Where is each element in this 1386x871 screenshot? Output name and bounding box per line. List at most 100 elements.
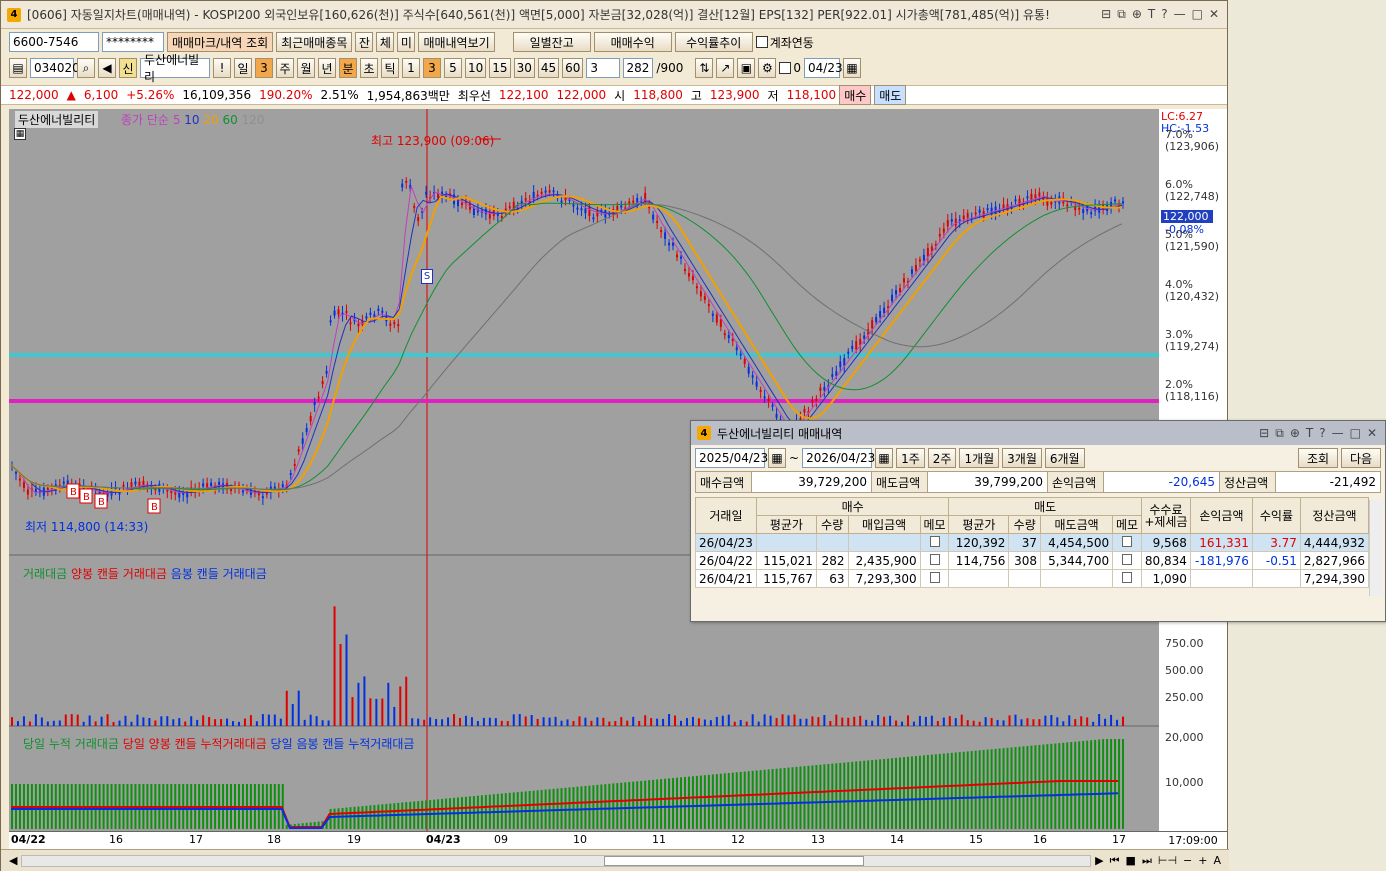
table-row[interactable]: 26/04/23 120,392 37 4,454,500 9,568 161,… xyxy=(695,533,1370,552)
window-icon-1[interactable]: ⊟ xyxy=(1101,7,1111,22)
layout-icon[interactable]: ▤ xyxy=(9,58,27,78)
date-from-input[interactable]: 2025/04/23 xyxy=(695,448,768,468)
popup-maximize-icon[interactable]: □ xyxy=(1350,426,1361,441)
calendar-to-icon[interactable]: ▦ xyxy=(875,448,894,468)
interval-45[interactable]: 45 xyxy=(537,58,560,78)
popup-font-icon[interactable]: T xyxy=(1306,426,1313,441)
period-day[interactable]: 일 xyxy=(234,58,252,78)
buy-button[interactable]: 매수 xyxy=(839,85,872,105)
interval-input[interactable]: 3 xyxy=(586,58,621,78)
calendar-icon[interactable]: ▦ xyxy=(843,58,861,78)
mark-query-button[interactable]: 매매마크/내역 조회 xyxy=(167,32,274,52)
candle-body xyxy=(377,308,380,311)
period-month[interactable]: 월 xyxy=(297,58,315,78)
memo-icon[interactable] xyxy=(1112,533,1142,552)
stock-name[interactable]: 두산에너빌리 xyxy=(140,53,210,84)
rewind-icon[interactable]: ⏮ xyxy=(1110,854,1120,868)
history-view-button[interactable]: 매매내역보기 xyxy=(418,32,495,52)
range-1m[interactable]: 1개월 xyxy=(959,448,1000,468)
password-field[interactable]: ******** xyxy=(102,32,164,52)
interval-15[interactable]: 15 xyxy=(489,58,511,78)
help-icon[interactable]: ? xyxy=(1161,7,1167,22)
date-to-input[interactable]: 2026/04/23 xyxy=(802,448,875,468)
indicator-icon[interactable]: ⇅ xyxy=(695,58,714,78)
interval-60[interactable]: 60 xyxy=(562,58,584,78)
recent-trades-button[interactable]: 최근매매종목 xyxy=(276,32,353,52)
period-year[interactable]: 년 xyxy=(318,58,336,78)
unfilled-button[interactable]: 미 xyxy=(397,32,416,52)
query-button[interactable]: 조회 xyxy=(1298,448,1338,468)
profit-trend-button[interactable]: 수익률추이 xyxy=(674,32,753,52)
horizontal-scrollbar[interactable] xyxy=(21,854,1092,867)
close-icon[interactable]: ✕ xyxy=(1209,7,1219,22)
period-day-value[interactable]: 3 xyxy=(255,58,273,78)
window-icon-2[interactable]: ⧉ xyxy=(1117,7,1126,22)
range-3m[interactable]: 3개월 xyxy=(1002,448,1042,468)
font-icon[interactable]: T xyxy=(1148,7,1155,22)
trade-profit-button[interactable]: 매매수익 xyxy=(593,32,672,52)
next-button[interactable]: 다음 xyxy=(1341,448,1381,468)
current-pct: -0.08% xyxy=(1165,223,1204,236)
interval-3[interactable]: 3 xyxy=(423,58,441,78)
stock-code-input[interactable]: 034020 xyxy=(30,58,80,78)
popup-icon-1[interactable]: ⊟ xyxy=(1259,426,1269,441)
scroll-thumb[interactable] xyxy=(604,855,865,866)
account-select[interactable]: 6600-7546 xyxy=(9,32,99,52)
range-icon[interactable]: ⊢⊣ xyxy=(1158,854,1177,868)
zoom-out-icon[interactable]: − xyxy=(1183,854,1192,868)
table-row[interactable]: 26/04/21 115,767 63 7,293,300 1,090 7,29… xyxy=(695,569,1370,588)
grid-icon[interactable]: ▦ xyxy=(14,128,26,140)
draw-icon[interactable]: ↗ xyxy=(716,58,735,78)
play-icon[interactable]: ⏭ xyxy=(1142,854,1152,868)
range-6m[interactable]: 6개월 xyxy=(1044,448,1085,468)
range-1w[interactable]: 1주 xyxy=(896,448,925,468)
interval-10[interactable]: 10 xyxy=(465,58,487,78)
sell-marker-s[interactable]: S xyxy=(421,269,433,284)
range-2w[interactable]: 2주 xyxy=(927,448,957,468)
title-bar[interactable]: 4 [0606] 자동일지차트(매매내역) - KOSPI200 외국인보유[1… xyxy=(1,1,1227,29)
zero-checkbox[interactable]: 0 xyxy=(779,61,801,75)
sell-button[interactable]: 매도 xyxy=(874,85,907,105)
save-icon[interactable]: ▣ xyxy=(737,58,756,78)
interval-5[interactable]: 5 xyxy=(444,58,462,78)
executed-button[interactable]: 체 xyxy=(376,32,395,52)
scroll-left-icon[interactable]: ◀ xyxy=(9,854,17,867)
popup-pin-icon[interactable]: ⊕ xyxy=(1290,426,1300,441)
maximize-icon[interactable]: □ xyxy=(1192,7,1203,22)
period-week[interactable]: 주 xyxy=(276,58,294,78)
auto-icon[interactable]: A xyxy=(1213,854,1221,868)
popup-minimize-icon[interactable]: — xyxy=(1332,426,1344,441)
popup-icon-2[interactable]: ⧉ xyxy=(1275,426,1284,441)
period-tick[interactable]: 틱 xyxy=(381,58,399,78)
interval-30[interactable]: 30 xyxy=(513,58,535,78)
memo-icon[interactable] xyxy=(1112,551,1142,570)
count-input[interactable]: 282 xyxy=(623,58,654,78)
stop-icon[interactable]: ■ xyxy=(1126,854,1136,868)
date-input[interactable]: 04/23 xyxy=(804,58,843,78)
interval-1[interactable]: 1 xyxy=(402,58,420,78)
memo-icon[interactable] xyxy=(919,551,950,570)
popup-close-icon[interactable]: ✕ xyxy=(1367,426,1377,441)
daily-balance-button[interactable]: 일별잔고 xyxy=(512,32,591,52)
vertical-scrollbar[interactable] xyxy=(1369,500,1383,596)
balance-button[interactable]: 잔 xyxy=(355,32,374,52)
table-row[interactable]: 26/04/22 115,021 282 2,435,900 114,756 3… xyxy=(695,551,1370,570)
gear-icon[interactable]: ⚙ xyxy=(758,58,777,78)
memo-icon[interactable] xyxy=(919,533,950,552)
account-link-checkbox[interactable]: 계좌연동 xyxy=(755,34,814,51)
calendar-from-icon[interactable]: ▦ xyxy=(768,448,786,468)
zoom-in-icon[interactable]: + xyxy=(1198,854,1207,868)
period-second[interactable]: 초 xyxy=(360,58,378,78)
memo-icon[interactable] xyxy=(919,569,950,588)
popup-help-icon[interactable]: ? xyxy=(1319,426,1325,441)
sound-icon[interactable]: ◀ xyxy=(98,58,116,78)
pin-icon[interactable]: ⊕ xyxy=(1132,7,1142,22)
alert-icon[interactable]: ! xyxy=(213,58,231,78)
minimize-icon[interactable]: — xyxy=(1174,7,1186,22)
popup-title-bar[interactable]: 4 두산에너빌리티 매매내역 ⊟ ⧉ ⊕ T ? — □ ✕ xyxy=(691,421,1385,445)
search-icon[interactable]: ⌕ xyxy=(77,58,95,78)
candle-body xyxy=(1082,209,1085,213)
memo-icon[interactable] xyxy=(1112,569,1142,588)
scroll-right-icon[interactable]: ▶ xyxy=(1095,854,1103,868)
period-minute[interactable]: 분 xyxy=(339,58,357,78)
